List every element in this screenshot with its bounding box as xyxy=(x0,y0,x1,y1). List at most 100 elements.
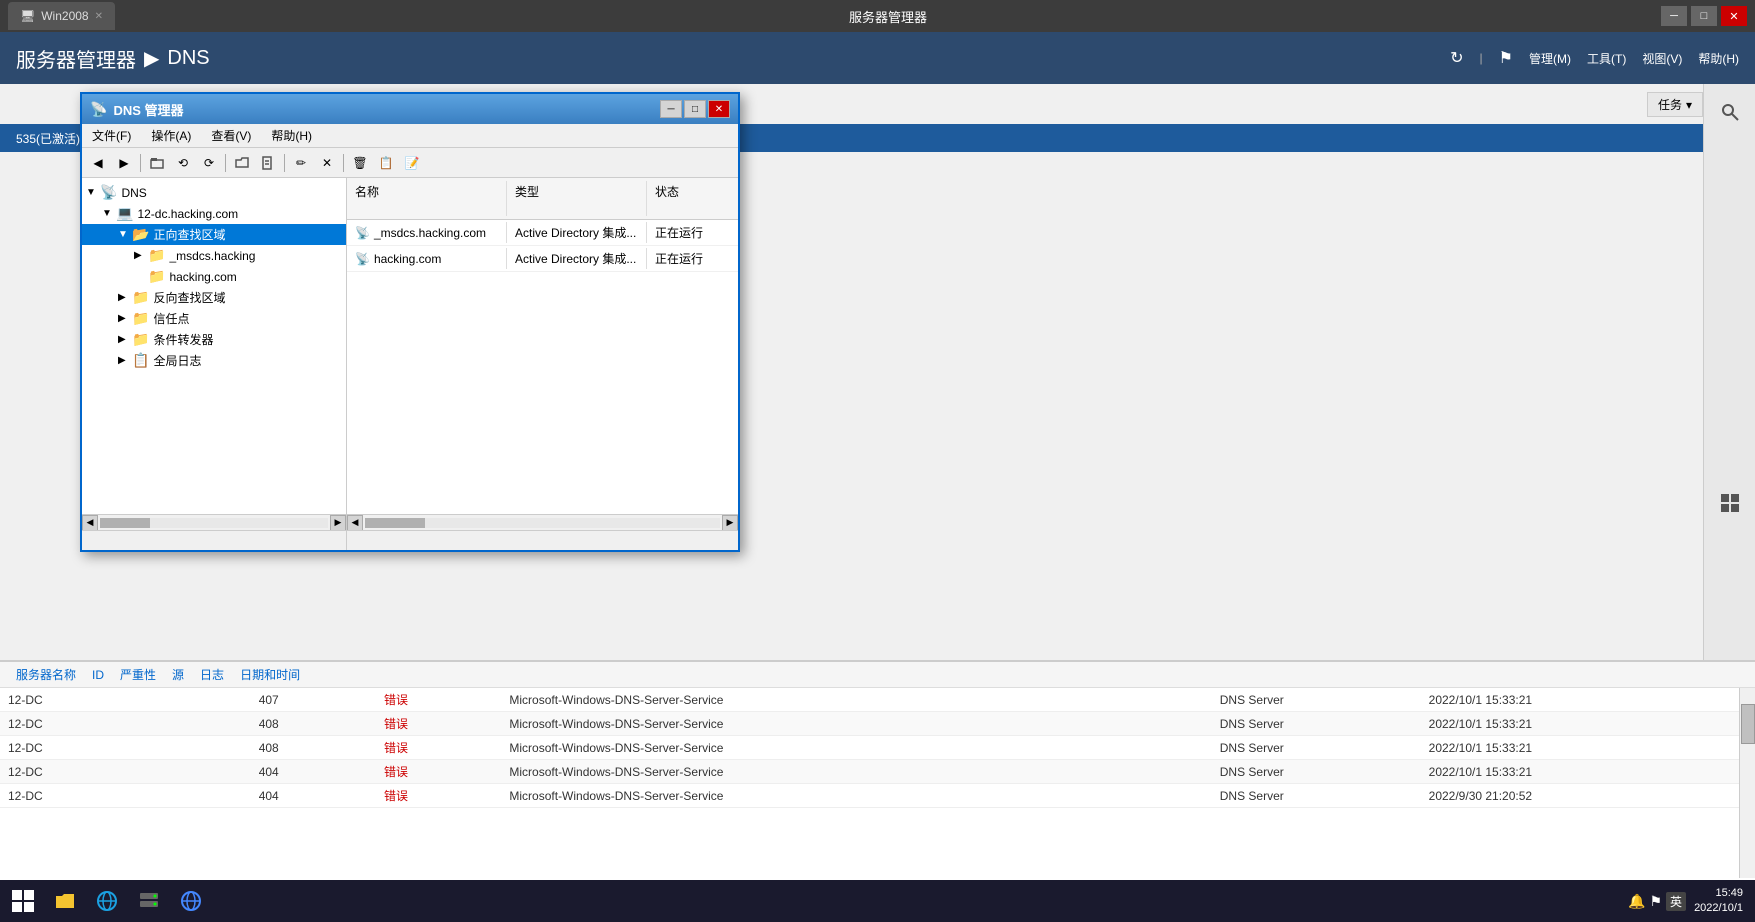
dns-toolbar-sep2 xyxy=(225,154,226,172)
manage-menu[interactable]: 管理(M) xyxy=(1529,50,1571,67)
dns-toolbar-forward[interactable]: ▶ xyxy=(112,152,136,174)
minimize-button[interactable]: ─ xyxy=(1661,6,1687,26)
dns-bottom-scrollbars: ◀ ▶ ◀ ▶ xyxy=(82,514,738,530)
taskbar-sys-icons: 🔔 ⚑ 英 xyxy=(1628,892,1686,911)
dns-list-row[interactable]: 📡_msdcs.hacking.com Active Directory 集成.… xyxy=(347,220,738,246)
tab-close-icon[interactable]: ✕ xyxy=(95,11,103,22)
dns-status-pane-left xyxy=(82,531,347,550)
sm-content: 任务 ▾ 535(已激活) xyxy=(0,84,1755,922)
dns-minimize-button[interactable]: ─ xyxy=(660,100,682,118)
dns-maximize-button[interactable]: □ xyxy=(684,100,706,118)
events-table-row[interactable]: 12-DC 407 错误 Microsoft-Windows-DNS-Serve… xyxy=(0,688,1755,712)
events-table: 12-DC 407 错误 Microsoft-Windows-DNS-Serve… xyxy=(0,688,1755,808)
dns-menubar: 文件(F) 操作(A) 查看(V) 帮助(H) xyxy=(82,124,738,148)
close-button[interactable]: ✕ xyxy=(1721,6,1747,26)
dns-toolbar-sep3 xyxy=(284,154,285,172)
help-menu[interactable]: 帮助(H) xyxy=(1698,50,1739,67)
dns-toolbar-sep1 xyxy=(140,154,141,172)
dns-col-type[interactable]: 类型 xyxy=(507,181,647,216)
title-bar-left: 🖥 Win2008 ✕ xyxy=(8,2,115,30)
breadcrumb-root[interactable]: 服务器管理器 xyxy=(16,44,136,73)
events-col-server[interactable]: 服务器名称 xyxy=(16,666,76,683)
title-bar-controls: ─ □ ✕ xyxy=(1661,6,1747,26)
dns-tree-trust-points[interactable]: ▶ 📁 信任点 xyxy=(82,308,346,329)
view-menu[interactable]: 视图(V) xyxy=(1642,50,1682,67)
events-scrollbar[interactable] xyxy=(1739,688,1755,878)
dns-tree-panel: ▼ 📡 DNS ▼ 💻 12-dc.hacking.com ▼ 📂 正 xyxy=(82,178,347,514)
windows-icon-button[interactable] xyxy=(1710,483,1750,523)
dns-toolbar-refresh[interactable]: ⟲ xyxy=(171,152,195,174)
taskbar-time: 15:49 2022/10/1 xyxy=(1694,886,1743,917)
dns-tree-forward-zones[interactable]: ▼ 📂 正向查找区域 xyxy=(82,224,346,245)
breadcrumb-current[interactable]: DNS xyxy=(167,47,209,70)
events-panel: 服务器名称 ID 严重性 源 日志 日期和时间 12-DC 407 错误 Mic… xyxy=(0,660,1755,880)
events-col-log[interactable]: 日志 xyxy=(200,666,224,683)
events-col-datetime[interactable]: 日期和时间 xyxy=(240,666,300,683)
tab-win2008[interactable]: 🖥 Win2008 ✕ xyxy=(8,2,115,30)
dns-tree-root[interactable]: ▼ 📡 DNS xyxy=(82,182,346,203)
dns-menu-view[interactable]: 查看(V) xyxy=(205,125,257,146)
events-table-row[interactable]: 12-DC 404 错误 Microsoft-Windows-DNS-Serve… xyxy=(0,784,1755,808)
dns-tree-msdcs[interactable]: ▶ 📁 _msdcs.hacking xyxy=(82,245,346,266)
dns-list-row[interactable]: 📡hacking.com Active Directory 集成... 正在运行… xyxy=(347,246,738,272)
dns-menu-action[interactable]: 操作(A) xyxy=(145,125,197,146)
dns-window-controls: ─ □ ✕ xyxy=(660,100,730,118)
dns-menu-file[interactable]: 文件(F) xyxy=(86,125,137,146)
dns-toolbar-props[interactable]: 📝 xyxy=(400,152,424,174)
dns-list-header: 名称 类型 状态 DNSSEC 状态 xyxy=(347,178,738,220)
dns-list-rows: 📡_msdcs.hacking.com Active Directory 集成.… xyxy=(347,220,738,272)
task-button-top[interactable]: 任务 ▾ xyxy=(1647,92,1703,117)
dns-status-bar xyxy=(82,530,738,550)
dns-toolbar-trash[interactable]: 🗑 xyxy=(348,152,372,174)
dns-col-status[interactable]: 状态 xyxy=(647,181,738,216)
taskbar-flag-icon[interactable]: ⚑ xyxy=(1649,893,1662,910)
dns-col-name[interactable]: 名称 xyxy=(347,181,507,216)
dns-list-hscroll[interactable]: ◀ ▶ xyxy=(347,515,738,530)
taskbar-right: 🔔 ⚑ 英 15:49 2022/10/1 xyxy=(1628,886,1751,917)
server-manager-window: 🖥 Win2008 ✕ 服务器管理器 ─ □ ✕ 服务器管理器 ▶ DNS ↻ … xyxy=(0,0,1755,922)
events-col-id[interactable]: ID xyxy=(92,668,104,682)
events-col-severity[interactable]: 严重性 xyxy=(120,666,156,683)
dns-close-button[interactable]: ✕ xyxy=(708,100,730,118)
taskbar-server-icon[interactable] xyxy=(130,882,168,920)
events-table-row[interactable]: 12-DC 408 错误 Microsoft-Windows-DNS-Serve… xyxy=(0,712,1755,736)
dns-toolbar-sep4 xyxy=(343,154,344,172)
dns-toolbar-new-doc[interactable] xyxy=(256,152,280,174)
dns-toolbar-back[interactable]: ◀ xyxy=(86,152,110,174)
breadcrumb-arrow-icon: ▶ xyxy=(144,46,159,71)
dns-toolbar-delete[interactable]: ✕ xyxy=(315,152,339,174)
dns-tree-reverse-zones[interactable]: ▶ 📁 反向查找区域 xyxy=(82,287,346,308)
flag-icon[interactable]: ⚑ xyxy=(1499,48,1513,68)
title-bar: 🖥 Win2008 ✕ 服务器管理器 ─ □ ✕ xyxy=(0,0,1755,32)
taskbar-start-icon[interactable] xyxy=(4,882,42,920)
dns-toolbar-paste[interactable]: 📋 xyxy=(374,152,398,174)
events-table-row[interactable]: 12-DC 408 错误 Microsoft-Windows-DNS-Serve… xyxy=(0,736,1755,760)
taskbar-dns-icon[interactable] xyxy=(172,882,210,920)
dns-toolbar-new-folder[interactable] xyxy=(230,152,254,174)
refresh-icon[interactable]: ↻ xyxy=(1450,48,1463,68)
dns-toolbar-refresh2[interactable]: ⟳ xyxy=(197,152,221,174)
dns-toolbar-up[interactable] xyxy=(145,152,169,174)
dns-tree-conditional-forwarders[interactable]: ▶ 📁 条件转发器 xyxy=(82,329,346,350)
taskbar-folder-icon[interactable] xyxy=(46,882,84,920)
dns-toolbar: ◀ ▶ ⟲ ⟳ xyxy=(82,148,738,178)
taskbar-notification-icon[interactable]: 🔔 xyxy=(1628,893,1645,910)
dns-tree-server[interactable]: ▼ 💻 12-dc.hacking.com xyxy=(82,203,346,224)
taskbar-ie-icon[interactable] xyxy=(88,882,126,920)
dns-list-panel: 名称 类型 状态 DNSSEC 状态 📡_msdcs.hacking.com A… xyxy=(347,178,738,514)
tab-icon: 🖥 xyxy=(20,9,35,23)
tools-menu[interactable]: 工具(T) xyxy=(1587,50,1626,67)
dns-tree-hscroll[interactable]: ◀ ▶ xyxy=(82,515,347,530)
taskbar-keyboard-icon[interactable]: 英 xyxy=(1666,892,1686,911)
maximize-button[interactable]: □ xyxy=(1691,6,1717,26)
sm-header-right: ↻ | ⚑ 管理(M) 工具(T) 视图(V) 帮助(H) xyxy=(1450,48,1739,68)
title-bar-tabs: 🖥 Win2008 ✕ xyxy=(8,2,115,30)
dns-tree-global-log[interactable]: ▶ 📋 全局日志 xyxy=(82,350,346,371)
events-col-source[interactable]: 源 xyxy=(172,666,184,683)
search-icon-button[interactable] xyxy=(1710,92,1750,132)
dns-tree-hacking[interactable]: 📁 hacking.com xyxy=(82,266,346,287)
dns-status-pane-right xyxy=(347,531,738,550)
dns-toolbar-edit[interactable]: ✏ xyxy=(289,152,313,174)
dns-menu-help[interactable]: 帮助(H) xyxy=(265,125,318,146)
events-table-row[interactable]: 12-DC 404 错误 Microsoft-Windows-DNS-Serve… xyxy=(0,760,1755,784)
